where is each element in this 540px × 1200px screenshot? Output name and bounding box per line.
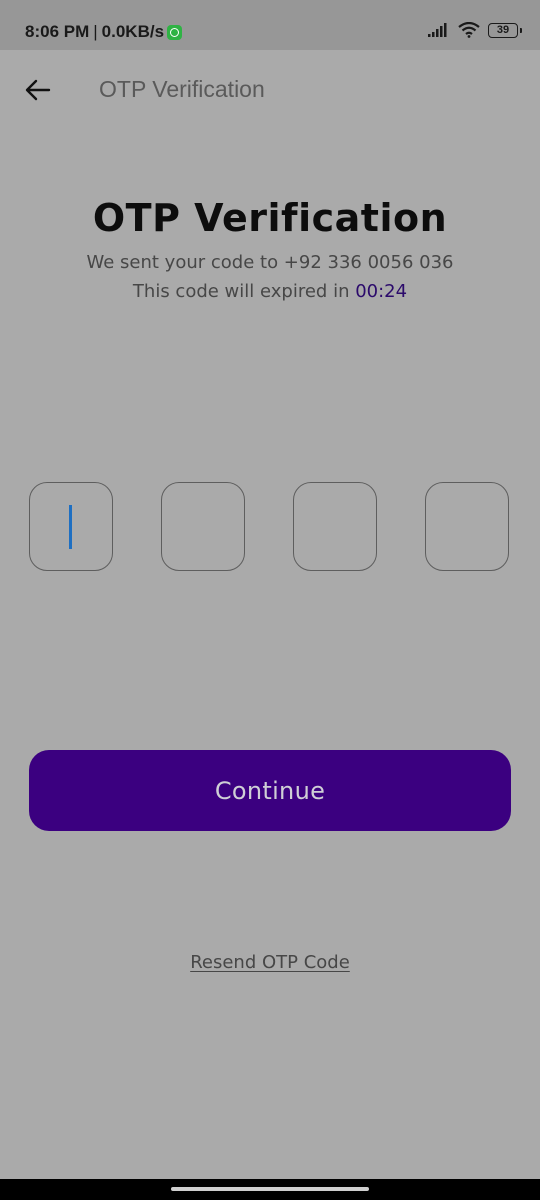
expiry-prefix: This code will expired in [132,281,356,302]
continue-button[interactable]: Continue [29,750,511,831]
wifi-icon [458,22,480,38]
battery-icon: 39 [488,22,522,38]
status-left: 8:06 PM | 0.0KB/s [25,22,183,42]
arrow-left-icon [25,79,51,101]
page-title: OTP Verification [92,196,448,240]
app-bar-title: OTP Verification [99,76,265,102]
signal-icon [428,23,450,37]
app-bar: OTP Verification [0,50,540,130]
countdown-timer: 00:24 [355,281,408,302]
otp-digit-3[interactable] [293,482,377,571]
status-bar: 8:06 PM | 0.0KB/s 39 [0,0,540,50]
sent-code-text: We sent your code to +92 336 0056 036 [0,252,540,273]
otp-input-group [29,482,511,573]
otp-digit-1[interactable] [29,482,113,571]
otp-digit-4[interactable] [425,482,509,571]
resend-otp-link[interactable]: Resend OTP Code [190,952,350,973]
whatsapp-icon [167,24,183,40]
otp-verification-screen: 8:06 PM | 0.0KB/s 39 OTP Verification OT… [0,0,540,1200]
phone-number: +92 336 0056 036 [283,252,454,273]
status-separator: | [93,22,98,41]
resend-otp-row: Resend OTP Code [0,952,540,973]
text-cursor [69,505,72,549]
status-right: 39 [428,22,522,38]
network-speed: 0.0KB/s [101,22,165,41]
expiry-text: This code will expired in 00:24 [0,281,540,302]
status-time: 8:06 PM [25,22,90,41]
otp-digit-2[interactable] [161,482,245,571]
navigation-bar [0,1179,540,1200]
home-indicator[interactable] [171,1187,369,1191]
sent-prefix: We sent your code to [86,252,284,273]
back-button[interactable] [20,72,56,108]
